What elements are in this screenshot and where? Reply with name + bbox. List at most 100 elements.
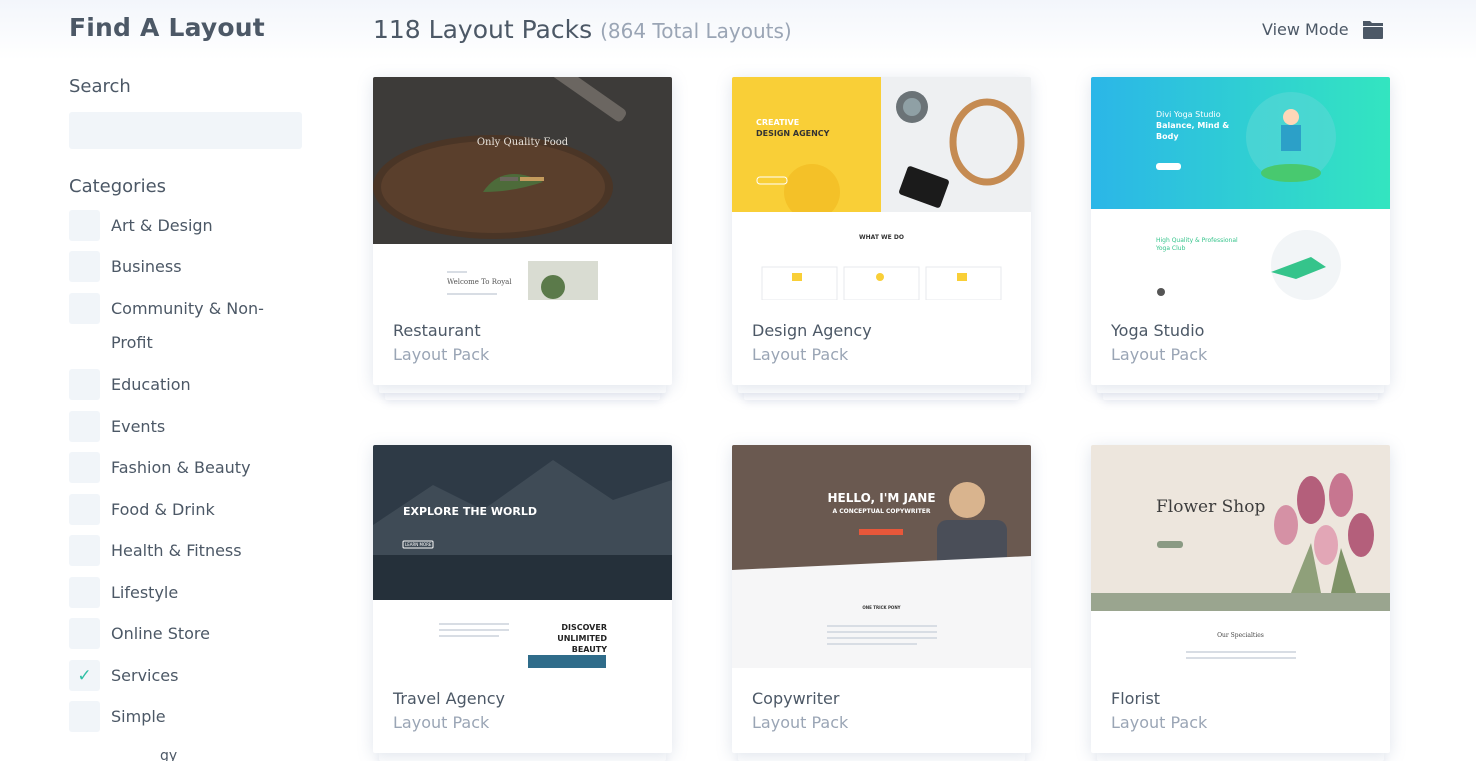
travel-section-line2: UNLIMITED BEAUTY: [557, 634, 607, 654]
travel-hero-button: LEARN MORE: [405, 542, 432, 547]
card-stack-shadow: [1097, 753, 1384, 761]
category-item[interactable]: Art & Design: [69, 209, 291, 243]
category-checkbox[interactable]: [69, 452, 100, 483]
category-item[interactable]: Business: [69, 250, 291, 284]
category-item[interactable]: Simple: [69, 700, 291, 734]
category-item[interactable]: Health & Fitness: [69, 534, 291, 568]
category-label: Simple: [111, 707, 166, 726]
copywriter-hero-subtext: A CONCEPTUAL COPYWRITER: [832, 508, 931, 515]
florist-thumbnail: Flower Shop Our Specialties: [1091, 445, 1390, 668]
category-item[interactable]: Online Store: [69, 617, 291, 651]
category-label: Services: [111, 666, 179, 685]
category-label: Lifestyle: [111, 583, 179, 602]
category-checkbox[interactable]: [69, 701, 100, 732]
categories-label: Categories: [69, 176, 167, 197]
restaurant-preview-image: [373, 77, 672, 300]
category-item[interactable]: ✓ Services: [69, 659, 291, 693]
card-subtitle: Layout Pack: [1111, 713, 1208, 732]
category-item[interactable]: Fashion & Beauty: [69, 451, 291, 485]
category-label: Online Store: [111, 624, 210, 643]
filter-sidebar: Find A Layout Search Categories Art & De…: [69, 0, 309, 761]
category-item[interactable]: Lifestyle: [69, 576, 291, 610]
category-label: Events: [111, 417, 166, 436]
card-subtitle: Layout Pack: [393, 345, 490, 364]
category-label: Education: [111, 375, 191, 394]
category-checkbox[interactable]: [69, 411, 100, 442]
travel-section-line1: DISCOVER: [561, 623, 607, 632]
copywriter-section-text: ONE TRICK PONY: [862, 605, 901, 610]
copywriter-preview-image: [732, 445, 1031, 668]
category-checkbox[interactable]: [69, 293, 100, 324]
card-title: Design Agency: [752, 321, 872, 340]
yoga-studio-thumbnail: Divi Yoga Studio Balance, Mind & Body Hi…: [1091, 77, 1390, 300]
category-item[interactable]: Education: [69, 368, 291, 402]
category-checkbox[interactable]: [69, 494, 100, 525]
category-item[interactable]: Community & Non-Profit: [69, 292, 291, 360]
yoga-hero-line3: Body: [1156, 132, 1179, 141]
sidebar-peek-label: gy: [160, 748, 178, 761]
card-subtitle: Layout Pack: [752, 345, 849, 364]
design-agency-hero-line2: DESIGN AGENCY: [756, 129, 830, 138]
layout-card-restaurant[interactable]: Only Quality Food Welcome To Royal Resta…: [373, 77, 672, 400]
design-agency-thumbnail: CREATIVE DESIGN AGENCY WHAT WE DO: [732, 77, 1031, 300]
category-checkbox-checked[interactable]: ✓: [69, 660, 100, 691]
category-checkbox[interactable]: [69, 251, 100, 282]
travel-agency-thumbnail: EXPLORE THE WORLD LEARN MORE DISCOVER UN…: [373, 445, 672, 668]
card-subtitle: Layout Pack: [393, 713, 490, 732]
card-stack-shadow: [379, 753, 666, 761]
card-title: Copywriter: [752, 689, 840, 708]
design-agency-hero-text: CREATIVE DESIGN AGENCY: [756, 117, 829, 139]
florist-hero-text: Flower Shop: [1156, 497, 1266, 517]
category-label: Food & Drink: [111, 500, 215, 519]
card-stack-shadow: [738, 753, 1025, 761]
yoga-section-line1: High Quality & Professional: [1156, 237, 1238, 244]
category-checkbox[interactable]: [69, 369, 100, 400]
category-checkbox[interactable]: [69, 618, 100, 649]
sidebar-title: Find A Layout: [69, 13, 265, 42]
yoga-studio-preview-image: [1091, 77, 1390, 300]
card-subtitle: Layout Pack: [752, 713, 849, 732]
folder-icon[interactable]: [1362, 18, 1384, 40]
category-checkbox[interactable]: [69, 577, 100, 608]
page-title: 118 Layout Packs (864 Total Layouts): [373, 15, 792, 44]
card-subtitle: Layout Pack: [1111, 345, 1208, 364]
copywriter-thumbnail: HELLO, I'M JANE A CONCEPTUAL COPYWRITER …: [732, 445, 1031, 668]
travel-section-text: DISCOVER UNLIMITED BEAUTY: [523, 622, 607, 655]
card-stack-shadow: [1103, 392, 1378, 400]
copywriter-hero-text: HELLO, I'M JANE: [827, 491, 936, 505]
design-agency-preview-image: [732, 77, 1031, 300]
design-agency-section-text: WHAT WE DO: [859, 234, 904, 241]
layout-pack-count: 118 Layout Packs: [373, 15, 593, 44]
category-checkbox[interactable]: [69, 535, 100, 566]
restaurant-hero-text: Only Quality Food: [476, 137, 569, 148]
card-stack-shadow: [385, 392, 660, 400]
layout-card-florist[interactable]: Flower Shop Our Specialties Florist Layo…: [1091, 445, 1390, 761]
category-item[interactable]: Food & Drink: [69, 493, 291, 527]
yoga-hero-text: Divi Yoga Studio Balance, Mind & Body: [1156, 109, 1229, 142]
card-title: Travel Agency: [393, 689, 505, 708]
category-label: Fashion & Beauty: [111, 458, 251, 477]
restaurant-section-text: Welcome To Royal: [447, 278, 512, 286]
layout-card-yoga-studio[interactable]: Divi Yoga Studio Balance, Mind & Body Hi…: [1091, 77, 1390, 400]
yoga-hero-line2: Balance, Mind &: [1156, 121, 1230, 130]
category-label: Art & Design: [111, 216, 213, 235]
yoga-hero-line1: Divi Yoga Studio: [1156, 110, 1221, 119]
search-label: Search: [69, 76, 131, 97]
layout-card-design-agency[interactable]: CREATIVE DESIGN AGENCY WHAT WE DO Design…: [732, 77, 1031, 400]
card-title: Florist: [1111, 689, 1161, 708]
layout-card-travel-agency[interactable]: EXPLORE THE WORLD LEARN MORE DISCOVER UN…: [373, 445, 672, 761]
category-item[interactable]: Events: [69, 410, 291, 444]
card-title: Restaurant: [393, 321, 481, 340]
florist-section-text: Our Specialties: [1217, 632, 1264, 639]
sidebar-footer-overlay: [0, 742, 180, 761]
search-input[interactable]: [69, 112, 302, 149]
layout-card-copywriter[interactable]: HELLO, I'M JANE A CONCEPTUAL COPYWRITER …: [732, 445, 1031, 761]
category-checkbox[interactable]: [69, 210, 100, 241]
card-stack-shadow: [738, 385, 1025, 393]
category-label: Business: [111, 257, 182, 276]
card-title: Yoga Studio: [1111, 321, 1205, 340]
card-stack-shadow: [744, 392, 1019, 400]
restaurant-thumbnail: Only Quality Food Welcome To Royal: [373, 77, 672, 300]
card-stack-shadow: [379, 385, 666, 393]
view-mode-button[interactable]: View Mode: [1262, 20, 1349, 39]
